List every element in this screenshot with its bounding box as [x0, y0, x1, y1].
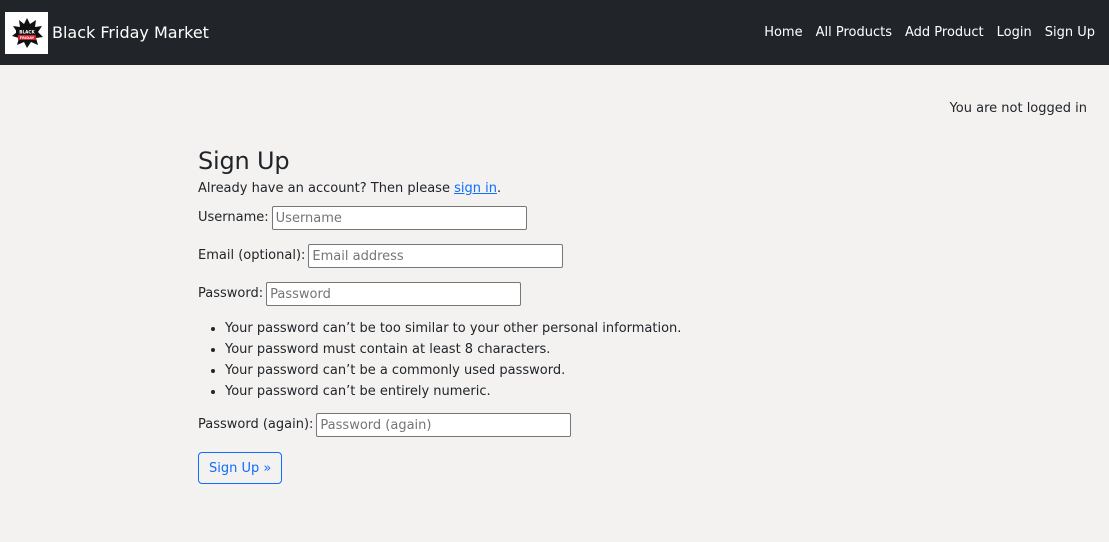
black-friday-logo-icon: BLACK FRIDAY	[11, 18, 43, 48]
password-again-row: Password (again):	[198, 413, 798, 437]
username-input[interactable]	[271, 206, 527, 230]
account-prompt-text: Already have an account? Then please	[198, 181, 455, 196]
password-input[interactable]	[266, 282, 522, 306]
account-prompt: Already have an account? Then please sig…	[198, 180, 798, 198]
sign-in-link[interactable]: sign in	[454, 181, 497, 196]
logo: BLACK FRIDAY	[5, 12, 48, 54]
nav-sign-up[interactable]: Sign Up	[1045, 24, 1095, 42]
nav-home[interactable]: Home	[764, 24, 802, 42]
password-help-item: Your password can’t be a commonly used p…	[225, 360, 798, 381]
page-title: Sign Up	[198, 147, 290, 175]
password-help-item: Your password can’t be entirely numeric.	[225, 381, 798, 402]
password-help-item: Your password must contain at least 8 ch…	[225, 339, 798, 360]
nav-add-product[interactable]: Add Product	[905, 24, 984, 42]
signup-section: Sign Up Already have an account? Then pl…	[198, 146, 798, 484]
password-help-list: Your password can’t be too similar to yo…	[198, 318, 798, 402]
svg-text:BLACK: BLACK	[19, 29, 35, 34]
email-label: Email (optional):	[198, 248, 306, 263]
navbar: BLACK FRIDAY Black Friday Market Home Al…	[0, 0, 1109, 65]
account-prompt-suffix: .	[496, 181, 502, 196]
username-row: Username:	[198, 206, 798, 230]
brand-title: Black Friday Market	[52, 23, 209, 42]
email-input[interactable]	[308, 244, 564, 268]
password-again-label: Password (again):	[198, 417, 314, 432]
login-status: You are not logged in	[949, 101, 1087, 116]
nav-login[interactable]: Login	[997, 24, 1032, 42]
svg-text:FRIDAY: FRIDAY	[19, 36, 34, 40]
password-help-item: Your password can’t be too similar to yo…	[225, 318, 798, 339]
nav-links: Home All Products Add Product Login Sign…	[764, 24, 1095, 42]
password-label: Password:	[198, 286, 264, 301]
password-again-input[interactable]	[316, 413, 572, 437]
brand-link[interactable]: BLACK FRIDAY Black Friday Market	[5, 12, 209, 54]
email-row: Email (optional):	[198, 244, 798, 268]
username-label: Username:	[198, 210, 269, 225]
nav-all-products[interactable]: All Products	[816, 24, 892, 42]
signup-form: Username: Email (optional): Password: Yo…	[198, 206, 798, 484]
password-row: Password:	[198, 282, 798, 306]
sign-up-button[interactable]: Sign Up »	[198, 452, 283, 484]
